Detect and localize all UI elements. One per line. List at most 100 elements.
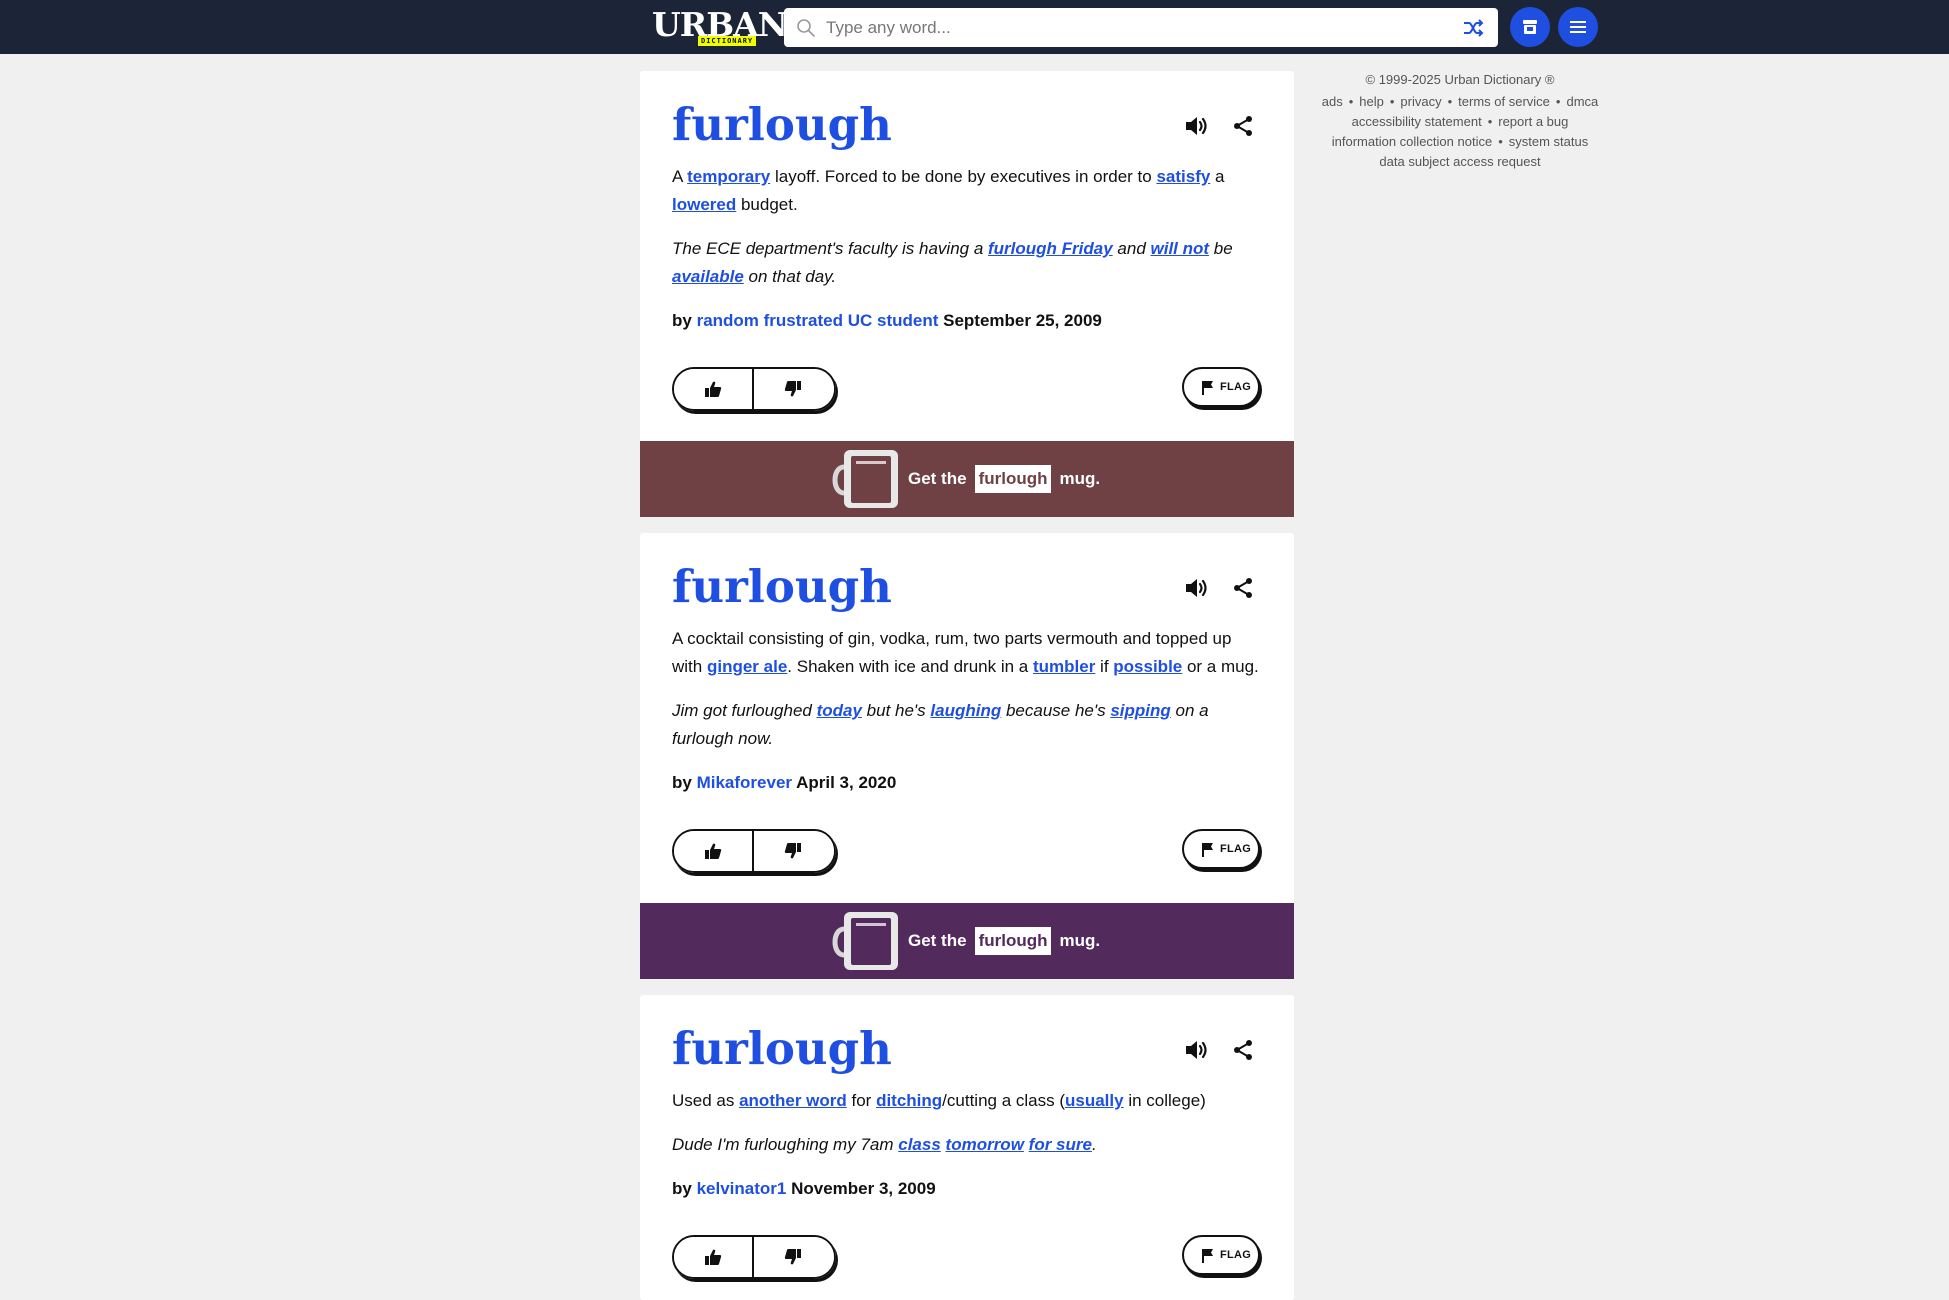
- definition-word[interactable]: furlough: [672, 559, 892, 615]
- thumbs-down-icon: [784, 1249, 801, 1265]
- mug-prefix: Get the: [908, 931, 967, 950]
- autolink[interactable]: tomorrow: [946, 1135, 1024, 1154]
- separator: •: [1447, 94, 1453, 109]
- separator: •: [1487, 114, 1493, 129]
- top-navigation-bar: URBAN DICTIONARY: [0, 0, 1949, 54]
- definition-meaning: A cocktail consisting of gin, vodka, rum…: [672, 629, 1259, 676]
- autolink[interactable]: laughing: [930, 701, 1001, 720]
- thumbs-up-button[interactable]: [674, 369, 754, 409]
- menu-button[interactable]: [1558, 7, 1598, 47]
- separator: •: [1498, 134, 1503, 149]
- vote-buttons: [672, 829, 836, 873]
- author-link[interactable]: Mikaforever: [697, 773, 792, 792]
- thumbs-up-icon: [705, 1249, 722, 1265]
- thumbs-up-button[interactable]: [674, 831, 754, 871]
- mug-promo-text: Get the furlough mug.: [908, 927, 1100, 955]
- urban-dictionary-logo[interactable]: URBAN DICTIONARY: [652, 5, 788, 47]
- definition-meaning: Used as another word for ditching/cuttin…: [672, 1091, 1206, 1110]
- flag-label: FLAG: [1220, 1249, 1252, 1261]
- footer-link-system-status[interactable]: system status: [1509, 134, 1588, 149]
- definition-word[interactable]: furlough: [672, 1021, 892, 1077]
- search-bar: [784, 8, 1498, 47]
- search-input[interactable]: [824, 12, 1448, 44]
- speaker-icon[interactable]: [1183, 113, 1209, 139]
- autolink[interactable]: tumbler: [1033, 657, 1095, 676]
- share-icon[interactable]: [1231, 576, 1255, 600]
- autolink[interactable]: sipping: [1110, 701, 1170, 720]
- autolink[interactable]: furlough Friday: [988, 239, 1113, 258]
- definition-example: The ECE department's faculty is having a…: [672, 239, 1233, 286]
- footer-link-report-bug[interactable]: report a bug: [1498, 114, 1568, 129]
- autolink[interactable]: for sure: [1029, 1135, 1092, 1154]
- mug-promo-banner[interactable]: Get the furlough mug.: [640, 441, 1294, 517]
- definition-meaning: A temporary layoff. Forced to be done by…: [672, 167, 1225, 214]
- footer-links-row-1: ads • help • privacy • terms of service • dmca: [1300, 92, 1620, 112]
- mug-prefix: Get the: [908, 469, 967, 488]
- flag-button[interactable]: FLAG: [1182, 829, 1260, 869]
- thumbs-down-button[interactable]: [754, 1237, 834, 1277]
- autolink[interactable]: temporary: [687, 167, 770, 186]
- definition-example: Jim got furloughed today but he's laughi…: [672, 701, 1209, 748]
- contributor-line: by Mikaforever April 3, 2020: [672, 769, 1262, 797]
- autolink[interactable]: lowered: [672, 195, 736, 214]
- autolink[interactable]: satisfy: [1156, 167, 1210, 186]
- shuffle-icon[interactable]: [1462, 17, 1486, 39]
- thumbs-down-icon: [784, 381, 801, 397]
- author-link[interactable]: kelvinator1: [697, 1179, 787, 1198]
- autolink[interactable]: ditching: [876, 1091, 942, 1110]
- thumbs-down-button[interactable]: [754, 831, 834, 871]
- definition-card: furlough Used as another word for ditchi…: [640, 995, 1294, 1300]
- share-icon[interactable]: [1231, 114, 1255, 138]
- autolink[interactable]: usually: [1065, 1091, 1124, 1110]
- mug-promo-text: Get the furlough mug.: [908, 465, 1100, 493]
- store-icon: [1523, 20, 1537, 34]
- contributor-line: by kelvinator1 November 3, 2009: [672, 1175, 1262, 1203]
- autolink[interactable]: possible: [1113, 657, 1182, 676]
- flag-icon: [1202, 1249, 1213, 1263]
- definition-word[interactable]: furlough: [672, 97, 892, 153]
- footer-links-row-3: information collection notice • system sta…: [1300, 132, 1620, 152]
- autolink[interactable]: ginger ale: [707, 657, 787, 676]
- autolink[interactable]: today: [817, 701, 862, 720]
- contributor-line: by random frustrated UC student Septembe…: [672, 307, 1262, 335]
- footer-link-info-notice[interactable]: information collection notice: [1332, 134, 1492, 149]
- definition-date: April 3, 2020: [796, 773, 897, 792]
- thumbs-up-icon: [705, 381, 722, 397]
- flag-button[interactable]: FLAG: [1182, 1235, 1260, 1275]
- by-label: by: [672, 773, 692, 792]
- thumbs-down-button[interactable]: [754, 369, 834, 409]
- definition-date: September 25, 2009: [943, 311, 1102, 330]
- speaker-icon[interactable]: [1183, 1037, 1209, 1063]
- autolink[interactable]: available: [672, 267, 744, 286]
- footer-link-dmca[interactable]: dmca: [1566, 94, 1598, 109]
- mug-promo-banner[interactable]: Get the furlough mug.: [640, 903, 1294, 979]
- footer-link-ads[interactable]: ads: [1322, 94, 1343, 109]
- mug-word: furlough: [974, 465, 1052, 493]
- definition-example: Dude I'm furloughing my 7am class tomorr…: [672, 1135, 1097, 1154]
- footer-link-terms[interactable]: terms of service: [1458, 94, 1550, 109]
- autolink[interactable]: will not: [1151, 239, 1210, 258]
- search-icon: [797, 19, 815, 37]
- thumbs-up-button[interactable]: [674, 1237, 754, 1277]
- thumbs-down-icon: [784, 843, 801, 859]
- autolink[interactable]: another word: [739, 1091, 847, 1110]
- vote-buttons: [672, 1235, 836, 1279]
- footer-link-privacy[interactable]: privacy: [1400, 94, 1441, 109]
- definition-card: furlough A cocktail consisting of gin, v…: [640, 533, 1294, 979]
- footer-link-help[interactable]: help: [1359, 94, 1384, 109]
- autolink[interactable]: class: [898, 1135, 941, 1154]
- author-link[interactable]: random frustrated UC student: [697, 311, 939, 330]
- footer-links-row-4: data subject access request: [1300, 152, 1620, 172]
- flag-button[interactable]: FLAG: [1182, 367, 1260, 407]
- footer-link-dsar[interactable]: data subject access request: [1379, 154, 1540, 169]
- store-button[interactable]: [1510, 7, 1550, 47]
- share-icon[interactable]: [1231, 1038, 1255, 1062]
- speaker-icon[interactable]: [1183, 575, 1209, 601]
- flag-icon: [1202, 381, 1213, 395]
- by-label: by: [672, 311, 692, 330]
- flag-label: FLAG: [1220, 381, 1252, 393]
- thumbs-up-icon: [705, 843, 722, 859]
- flag-label: FLAG: [1220, 843, 1252, 855]
- separator: •: [1389, 94, 1395, 109]
- footer-link-accessibility[interactable]: accessibility statement: [1352, 114, 1482, 129]
